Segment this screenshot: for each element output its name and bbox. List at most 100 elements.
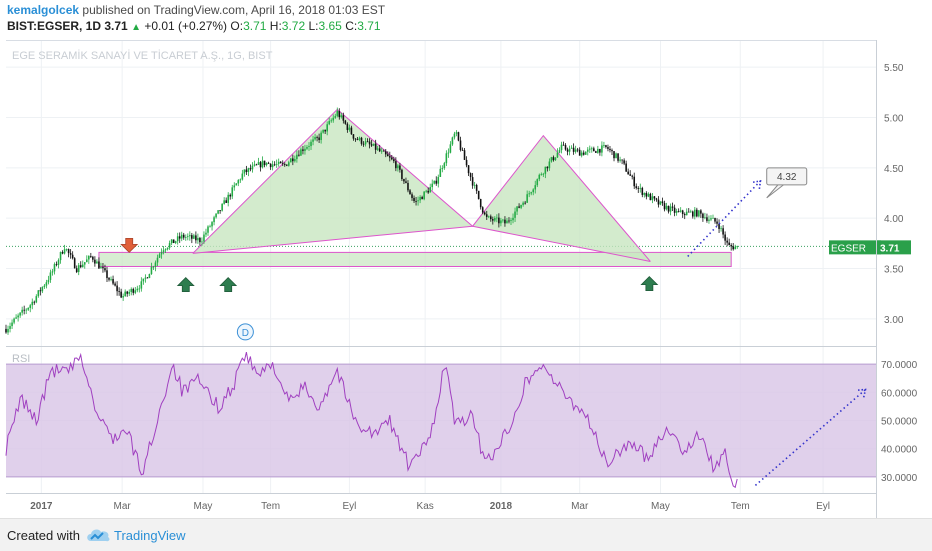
callout-value: 4.32: [777, 172, 797, 183]
candle-body: [528, 193, 530, 195]
candle-body: [205, 232, 207, 235]
close-value: 3.71: [357, 19, 381, 33]
candle-body: [201, 241, 203, 243]
candle-body: [591, 148, 593, 150]
candle-body: [199, 237, 201, 243]
candle-body: [696, 209, 698, 217]
candle-body: [237, 180, 240, 184]
candle-body: [178, 236, 181, 239]
candle-body: [492, 219, 494, 221]
candle-body: [47, 279, 50, 283]
candle-body: [617, 153, 619, 161]
candle-body: [526, 194, 528, 203]
time-tick-label: Eyl: [816, 501, 830, 512]
candle-body: [294, 159, 296, 162]
candle-body: [512, 217, 514, 221]
candle-body: [189, 235, 191, 237]
candle-body: [584, 151, 587, 155]
candle-body: [386, 154, 389, 157]
candle-body: [243, 169, 246, 174]
tradingview-cloud-icon: [87, 529, 110, 542]
candle-body: [98, 261, 100, 269]
candle-body: [397, 165, 399, 169]
candle-body: [73, 258, 76, 269]
candle-body: [152, 266, 155, 268]
candle-body: [160, 252, 163, 255]
candle-body: [5, 328, 7, 333]
candle-body: [677, 211, 680, 212]
candle-body: [471, 177, 474, 186]
chart-area[interactable]: 4.32 D EGSER 3.71 5.50 5.00 4.50 4.00 3.50 3.00 7…: [0, 38, 932, 518]
candle-body: [90, 256, 92, 257]
candle-body: [463, 150, 466, 160]
candle-body: [665, 205, 668, 210]
candle-body: [338, 111, 341, 118]
candle-body: [368, 141, 371, 145]
candle-body: [540, 174, 543, 176]
candle-body: [643, 192, 646, 195]
candle-body: [572, 147, 575, 152]
tradingview-brand[interactable]: TradingView: [114, 528, 186, 543]
candle-body: [154, 262, 157, 267]
candle-body: [395, 161, 397, 169]
rsi-tick-label: 60.0000: [881, 388, 918, 399]
time-tick-label: Tem: [261, 501, 280, 512]
time-tick-label: Eyl: [342, 501, 356, 512]
candle-body: [302, 149, 304, 151]
candle-body: [706, 217, 708, 221]
candle-body: [122, 296, 124, 298]
candle-body: [603, 145, 605, 146]
candle-body: [683, 214, 686, 216]
close-label: C:: [345, 19, 358, 33]
candle-body: [134, 290, 137, 293]
candle-body: [318, 137, 320, 141]
candle-body: [211, 222, 213, 227]
candle-body: [23, 309, 25, 311]
candle-body: [245, 169, 248, 173]
candle-body: [651, 196, 654, 201]
candle-body: [241, 173, 244, 180]
candle-body: [389, 156, 391, 158]
last-price: 3.71: [104, 19, 128, 33]
candle-body: [399, 165, 401, 170]
candle-body: [635, 186, 638, 189]
candle-body: [534, 185, 537, 190]
candle-body: [75, 268, 78, 273]
candle-body: [736, 246, 739, 247]
candle-body: [702, 213, 704, 219]
candle-body: [146, 277, 149, 279]
candle-body: [580, 152, 583, 156]
footer-bar: Created with TradingView: [0, 518, 932, 551]
candle-body: [41, 287, 44, 292]
author-link[interactable]: kemalgolcek: [7, 3, 79, 17]
candle-body: [621, 159, 623, 161]
publish-info: published on TradingView.com, April 16, …: [82, 3, 386, 17]
candle-body: [296, 154, 298, 160]
candle-body: [364, 141, 367, 145]
candle-body: [578, 149, 581, 156]
candle-body: [249, 168, 252, 170]
candle-body: [550, 157, 553, 162]
candle-body: [597, 148, 599, 153]
candle-body: [265, 162, 268, 166]
candle-body: [304, 148, 306, 151]
candle-body: [126, 291, 128, 294]
candle-body: [544, 166, 547, 174]
candle-body: [277, 161, 280, 164]
price-tick-label: 3.00: [884, 315, 904, 326]
candle-body: [675, 211, 678, 213]
candle-body: [336, 111, 339, 117]
candle-body: [393, 159, 395, 162]
candle-body: [170, 239, 173, 244]
candle-body: [9, 326, 11, 329]
candle-body: [433, 180, 436, 184]
candle-body: [172, 239, 175, 244]
candle-body: [53, 264, 56, 272]
candle-body: [45, 282, 48, 286]
candle-body: [271, 164, 274, 168]
price-change: +0.01 (+0.27%): [144, 19, 228, 33]
candle-body: [582, 152, 585, 155]
candle-body: [59, 252, 62, 261]
candle-body: [487, 216, 490, 218]
candle-body: [724, 234, 726, 241]
